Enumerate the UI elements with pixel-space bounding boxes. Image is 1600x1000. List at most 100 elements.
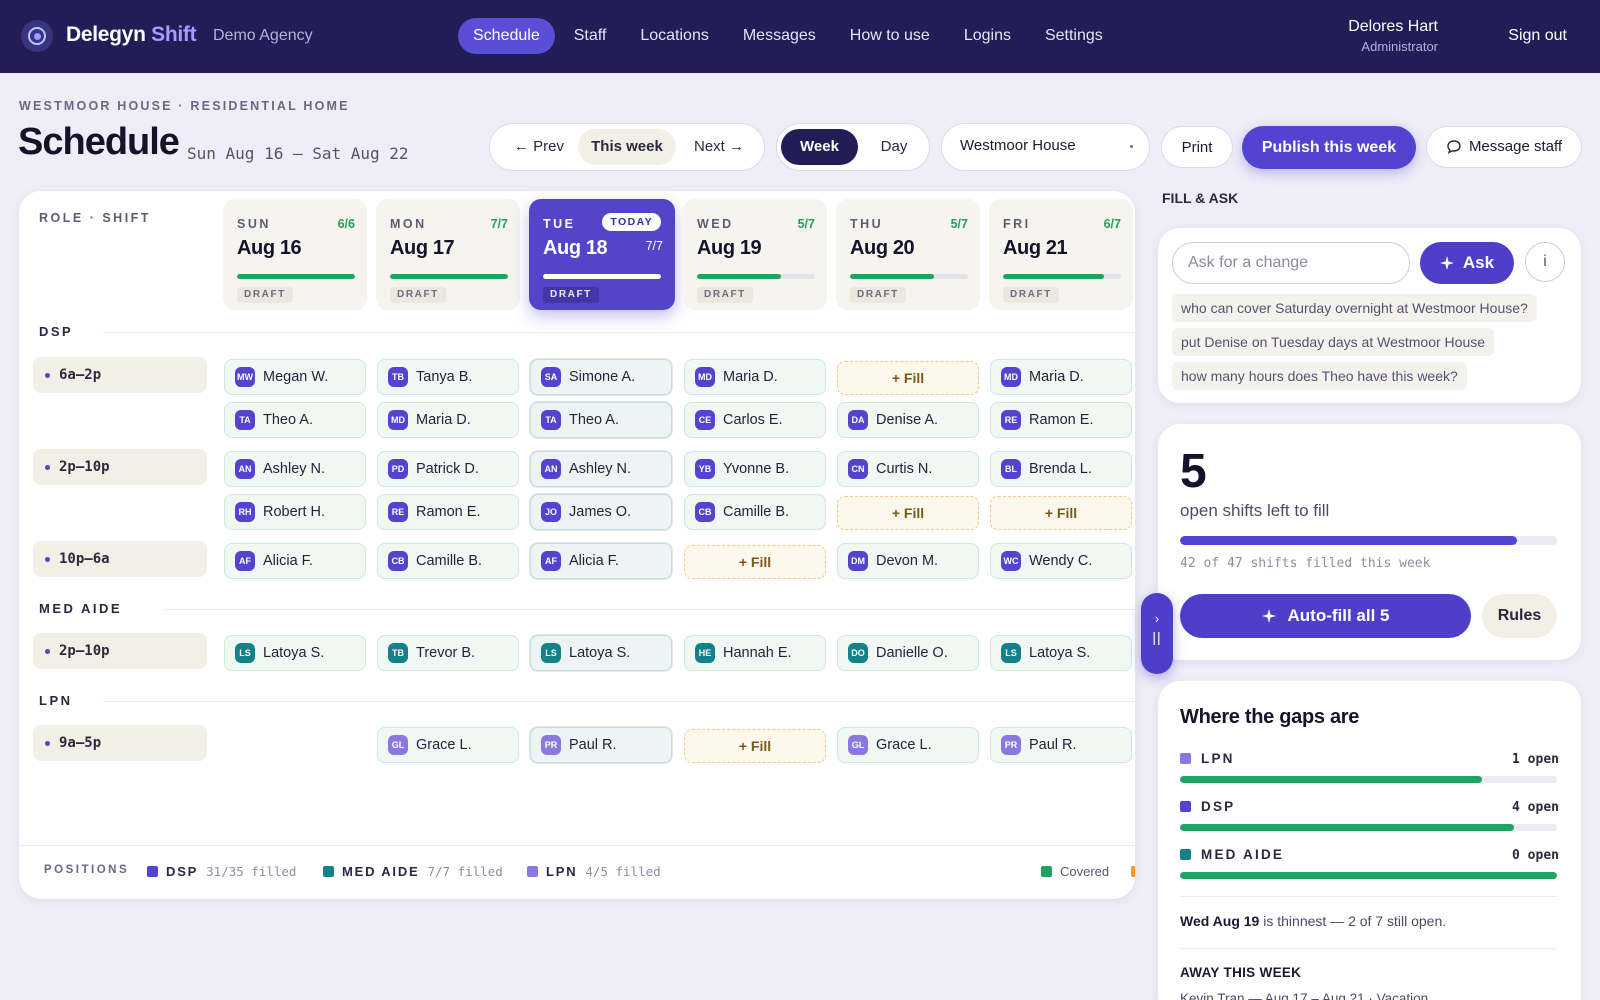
- logo-icon[interactable]: [21, 20, 53, 52]
- nav-item-schedule[interactable]: Schedule: [458, 18, 555, 54]
- staff-slot[interactable]: JO James O.: [530, 494, 672, 530]
- position-stat: 4/5 filled: [585, 864, 661, 879]
- panel-collapse-handle[interactable]: › ||: [1141, 593, 1173, 674]
- day-header-thu[interactable]: THU 5/7 Aug 20 DRAFT: [836, 199, 980, 310]
- auto-fill-button[interactable]: Auto-fill all 5: [1180, 594, 1471, 638]
- auto-fill-label: Auto-fill all 5: [1287, 606, 1390, 625]
- day-status-badge: DRAFT: [237, 287, 293, 303]
- staff-slot[interactable]: PR Paul R.: [530, 727, 672, 763]
- prev-week-button[interactable]: ← Prev: [498, 129, 580, 165]
- day-header-fri[interactable]: FRI 6/7 Aug 21 DRAFT: [989, 199, 1133, 310]
- open-shifts-count: 5: [1180, 445, 1207, 498]
- this-week-button[interactable]: This week: [578, 129, 676, 165]
- day-header-mon[interactable]: MON 7/7 Aug 17 DRAFT: [376, 199, 520, 310]
- suggestion-chip[interactable]: put Denise on Tuesday days at Westmoor H…: [1172, 328, 1495, 356]
- brand-name[interactable]: Delegyn Shift: [66, 23, 197, 47]
- avatar: AF: [541, 551, 561, 571]
- nav-item-logins[interactable]: Logins: [949, 18, 1026, 54]
- publish-week-button[interactable]: Publish this week: [1242, 126, 1416, 169]
- nav-item-settings[interactable]: Settings: [1030, 18, 1118, 54]
- staff-slot[interactable]: MD Maria D.: [377, 402, 519, 438]
- staff-slot[interactable]: PR Paul R.: [990, 727, 1132, 763]
- staff-slot[interactable]: AN Ashley N.: [530, 451, 672, 487]
- day-header-sun[interactable]: SUN 6/6 Aug 16 DRAFT: [223, 199, 367, 310]
- staff-slot[interactable]: TB Tanya B.: [377, 359, 519, 395]
- nav-item-staff[interactable]: Staff: [559, 18, 622, 54]
- print-button[interactable]: Print: [1161, 126, 1233, 168]
- fill-slot-button[interactable]: + Fill: [684, 545, 826, 579]
- breadcrumb: WESTMOOR HOUSE · RESIDENTIAL HOME: [19, 99, 350, 113]
- avatar: HE: [695, 643, 715, 663]
- staff-slot[interactable]: WC Wendy C.: [990, 543, 1132, 579]
- fill-slot-button[interactable]: + Fill: [837, 496, 979, 530]
- location-select[interactable]: Westmoor House: [941, 123, 1150, 171]
- nav-item-messages[interactable]: Messages: [728, 18, 831, 54]
- section-divider: [163, 609, 1135, 610]
- staff-slot[interactable]: GL Grace L.: [837, 727, 979, 763]
- fill-slot-button[interactable]: + Fill: [837, 361, 979, 395]
- message-staff-button[interactable]: Message staff: [1426, 126, 1582, 168]
- shift-label: 9a–5p: [33, 725, 207, 761]
- positions-label: POSITIONS: [44, 864, 130, 876]
- staff-slot[interactable]: RE Ramon E.: [990, 402, 1132, 438]
- info-button[interactable]: i: [1525, 242, 1565, 282]
- staff-slot[interactable]: LS Latoya S.: [990, 635, 1132, 671]
- suggestion-chip[interactable]: how many hours does Theo have this week?: [1172, 362, 1467, 390]
- staff-name: Brenda L.: [1029, 461, 1092, 477]
- staff-slot[interactable]: CE Carlos E.: [684, 402, 826, 438]
- avatar: RH: [235, 502, 255, 522]
- day-status-badge: DRAFT: [697, 287, 753, 303]
- position-name: LPN: [546, 864, 578, 879]
- staff-name: Paul R.: [1029, 737, 1077, 753]
- staff-name: Grace L.: [416, 737, 472, 753]
- fill-slot-button[interactable]: + Fill: [990, 496, 1132, 530]
- fill-slot-button[interactable]: + Fill: [684, 729, 826, 763]
- avatar: RE: [388, 502, 408, 522]
- staff-slot[interactable]: CB Camille B.: [684, 494, 826, 530]
- staff-slot[interactable]: MW Megan W.: [224, 359, 366, 395]
- staff-slot[interactable]: LS Latoya S.: [224, 635, 366, 671]
- ask-button[interactable]: Ask: [1420, 242, 1514, 284]
- nav-item-how-to-use[interactable]: How to use: [835, 18, 945, 54]
- user-name: Delores Hart: [1348, 18, 1438, 35]
- staff-slot[interactable]: MD Maria D.: [684, 359, 826, 395]
- open-swatch: [1131, 866, 1135, 877]
- rules-button[interactable]: Rules: [1482, 594, 1557, 638]
- staff-slot[interactable]: MD Maria D.: [990, 359, 1132, 395]
- staff-slot[interactable]: PD Patrick D.: [377, 451, 519, 487]
- staff-slot[interactable]: DM Devon M.: [837, 543, 979, 579]
- avatar: CN: [848, 459, 868, 479]
- next-week-button[interactable]: Next →: [678, 129, 760, 165]
- staff-slot[interactable]: RH Robert H.: [224, 494, 366, 530]
- staff-slot[interactable]: CN Curtis N.: [837, 451, 979, 487]
- location-select-value: Westmoor House: [960, 137, 1076, 154]
- staff-slot[interactable]: YB Yvonne B.: [684, 451, 826, 487]
- staff-slot[interactable]: DO Danielle O.: [837, 635, 979, 671]
- staff-slot[interactable]: RE Ramon E.: [377, 494, 519, 530]
- view-week-button[interactable]: Week: [781, 129, 858, 165]
- view-day-button[interactable]: Day: [863, 129, 925, 165]
- staff-slot[interactable]: TA Theo A.: [530, 402, 672, 438]
- staff-slot[interactable]: AF Alicia F.: [530, 543, 672, 579]
- staff-slot[interactable]: DA Denise A.: [837, 402, 979, 438]
- suggestion-chip[interactable]: who can cover Saturday overnight at West…: [1172, 294, 1537, 322]
- staff-slot[interactable]: BL Brenda L.: [990, 451, 1132, 487]
- day-header-tue[interactable]: TUE TODAY 7/7 Aug 18 DRAFT: [529, 199, 675, 310]
- sign-out-link[interactable]: Sign out: [1508, 27, 1567, 45]
- staff-slot[interactable]: TA Theo A.: [224, 402, 366, 438]
- section-label-lpn: LPN: [39, 693, 73, 708]
- staff-slot[interactable]: TB Trevor B.: [377, 635, 519, 671]
- staff-slot[interactable]: AF Alicia F.: [224, 543, 366, 579]
- day-header-wed[interactable]: WED 5/7 Aug 19 DRAFT: [683, 199, 827, 310]
- ask-input[interactable]: Ask for a change: [1172, 242, 1410, 284]
- nav-item-locations[interactable]: Locations: [625, 18, 724, 54]
- thinnest-day-note: Wed Aug 19 is thinnest — 2 of 7 still op…: [1180, 913, 1446, 929]
- staff-slot[interactable]: SA Simone A.: [530, 359, 672, 395]
- staff-slot[interactable]: CB Camille B.: [377, 543, 519, 579]
- day-date: Aug 17: [390, 237, 455, 259]
- staff-slot[interactable]: HE Hannah E.: [684, 635, 826, 671]
- staff-slot[interactable]: AN Ashley N.: [224, 451, 366, 487]
- avatar: AN: [235, 459, 255, 479]
- staff-slot[interactable]: LS Latoya S.: [530, 635, 672, 671]
- staff-slot[interactable]: GL Grace L.: [377, 727, 519, 763]
